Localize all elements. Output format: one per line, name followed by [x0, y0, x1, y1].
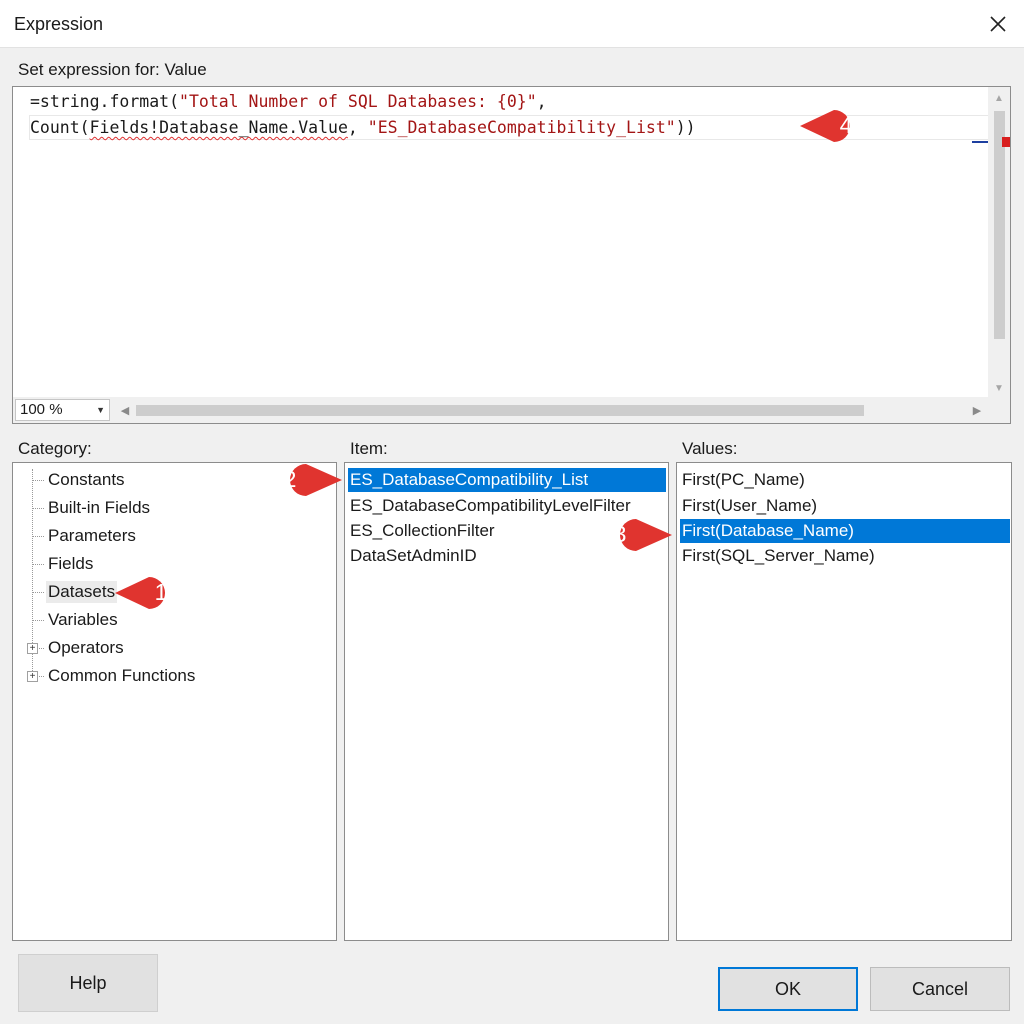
callout-3: 3 — [586, 505, 672, 565]
chevron-down-icon: ▼ — [96, 405, 105, 415]
help-button[interactable]: Help — [18, 954, 158, 1012]
callout-4: 4 — [796, 96, 876, 156]
category-item-label: Common Functions — [48, 666, 196, 685]
horizontal-scroll-thumb[interactable] — [136, 405, 864, 416]
category-item-label: Operators — [48, 638, 124, 657]
category-item-label: Variables — [48, 610, 118, 629]
error-marker — [1002, 137, 1010, 147]
callout-1: 1 — [111, 563, 191, 623]
values-list[interactable]: First(PC_Name) First(User_Name) First(Da… — [676, 462, 1012, 941]
list-item[interactable]: First(PC_Name) — [680, 468, 805, 492]
category-item-parameters[interactable]: Parameters — [13, 523, 336, 551]
expression-code[interactable]: =string.format("Total Number of SQL Data… — [30, 89, 696, 141]
list-item[interactable]: DataSetAdminID — [348, 544, 477, 568]
category-item-label: Constants — [48, 470, 125, 489]
expand-plus-icon[interactable]: + — [27, 671, 38, 682]
scroll-up-icon[interactable]: ▲ — [988, 87, 1010, 109]
category-item-label: Parameters — [48, 526, 136, 545]
category-item-label: Built-in Fields — [48, 498, 151, 517]
expression-label: Set expression for: Value — [18, 60, 207, 79]
category-item-common-functions[interactable]: + Common Functions — [13, 663, 336, 691]
expand-plus-icon[interactable]: + — [27, 643, 38, 654]
close-icon — [990, 16, 1006, 32]
scroll-right-icon[interactable]: ▶ — [968, 399, 986, 421]
values-label: Values: — [682, 439, 738, 458]
list-item[interactable]: First(SQL_Server_Name) — [680, 544, 875, 568]
close-button[interactable] — [972, 0, 1024, 48]
ok-button[interactable]: OK — [718, 967, 858, 1011]
code-line-1: =string.format("Total Number of SQL Data… — [30, 92, 547, 111]
vertical-scrollbar[interactable]: ▲ ▼ — [988, 87, 1010, 399]
list-item[interactable]: First(User_Name) — [680, 494, 817, 518]
code-line-2: Count(Fields!Database_Name.Value, "ES_Da… — [30, 118, 696, 137]
category-item-label: Datasets — [46, 581, 118, 603]
category-item-label: Fields — [48, 554, 94, 573]
category-item-operators[interactable]: + Operators — [13, 635, 336, 663]
window-title: Expression — [14, 14, 104, 34]
title-bar: Expression — [0, 0, 1024, 48]
category-label: Category: — [18, 439, 92, 458]
callout-number: 3 — [613, 521, 627, 547]
zoom-value: 100 % — [20, 401, 63, 418]
scroll-down-icon[interactable]: ▼ — [988, 377, 1010, 399]
callout-2: 2 — [256, 450, 342, 510]
callout-number: 1 — [154, 579, 168, 605]
caret-position-marker — [972, 141, 988, 143]
list-item[interactable]: ES_CollectionFilter — [348, 519, 495, 543]
scroll-left-icon[interactable]: ◀ — [116, 399, 134, 421]
cancel-button[interactable]: Cancel — [870, 967, 1010, 1011]
editor-status-bar: 100 % ▼ ◀ ▶ — [13, 397, 1010, 423]
list-item[interactable]: ES_DatabaseCompatibility_List — [348, 468, 666, 492]
category-tree[interactable]: Constants Built-in Fields Parameters Fie… — [12, 462, 337, 941]
callout-number: 4 — [839, 112, 853, 138]
item-label: Item: — [350, 439, 388, 458]
horizontal-scrollbar[interactable]: ◀ ▶ — [116, 399, 986, 421]
list-item[interactable]: First(Database_Name) — [680, 519, 1010, 543]
zoom-select[interactable]: 100 % ▼ — [15, 399, 110, 421]
callout-number: 2 — [283, 466, 297, 492]
